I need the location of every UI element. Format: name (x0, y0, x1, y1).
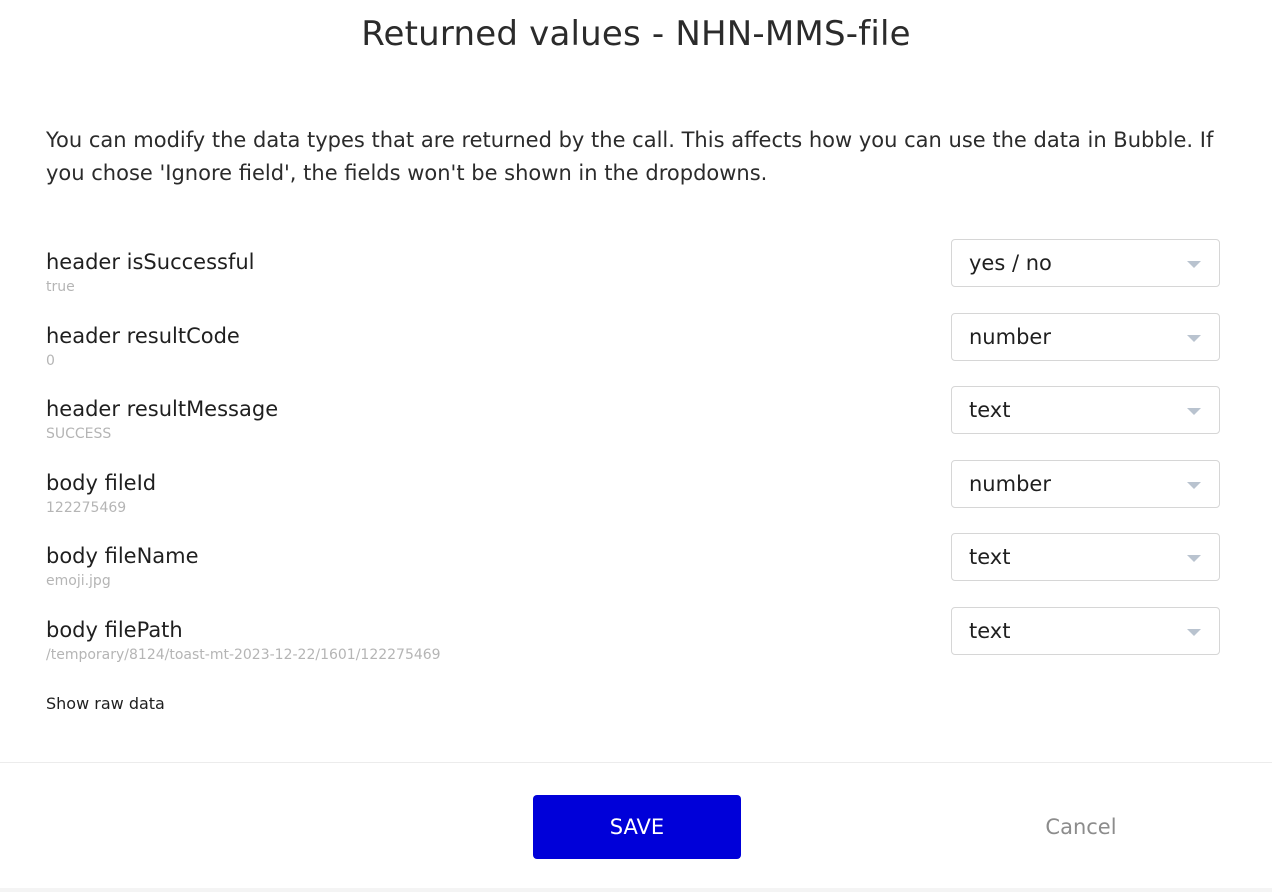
cancel-button[interactable]: Cancel (1030, 815, 1132, 839)
field-label: body fileId (46, 470, 157, 495)
save-button[interactable]: SAVE (533, 795, 741, 859)
field-type-value: number (969, 324, 1051, 349)
field-sample-value: emoji.jpg (46, 573, 111, 590)
field-sample-value: SUCCESS (46, 426, 112, 443)
field-type-select[interactable]: number (951, 459, 1220, 508)
field-type-value: number (969, 471, 1051, 496)
field-type-select[interactable]: number (951, 312, 1220, 361)
field-type-value: yes / no (969, 251, 1052, 275)
field-sample-value: true (46, 279, 75, 295)
show-raw-data-link[interactable]: Show raw data (46, 694, 165, 713)
chevron-down-icon (1187, 628, 1201, 636)
footer-divider (0, 762, 1272, 763)
field-label: header resultMessage (46, 397, 279, 422)
chevron-down-icon (1187, 555, 1201, 563)
field-row-body-filename: body fileName emoji.jpg text (46, 533, 1220, 607)
field-type-select[interactable]: yes / no (951, 239, 1220, 287)
chevron-down-icon (1187, 481, 1201, 489)
field-type-value: text (969, 618, 1011, 643)
field-label: body fileName (46, 544, 199, 569)
field-row-header-resultmessage: header resultMessage SUCCESS text (46, 386, 1220, 460)
field-type-value: text (969, 545, 1011, 570)
fields-list: header isSuccessful true yes / no header… (46, 239, 1220, 681)
field-label: header isSuccessful (46, 250, 255, 274)
chevron-down-icon (1187, 334, 1201, 342)
field-type-select[interactable]: text (951, 533, 1220, 582)
returned-values-dialog: Returned values - NHN-MMS-file You can m… (0, 0, 1272, 892)
field-sample-value: /temporary/8124/toast-mt-2023-12-22/1601… (46, 646, 441, 663)
chevron-down-icon (1187, 261, 1201, 268)
field-row-header-resultcode: header resultCode 0 number (46, 312, 1220, 387)
field-row-body-filepath: body filePath /temporary/8124/toast-mt-2… (46, 606, 1220, 681)
chevron-down-icon (1187, 408, 1201, 416)
field-type-select[interactable]: text (951, 606, 1220, 655)
field-sample-value: 122275469 (46, 499, 127, 516)
dialog-bottom-edge (0, 888, 1272, 892)
field-label: body filePath (46, 617, 183, 642)
dialog-description: You can modify the data types that are r… (46, 128, 1214, 185)
field-row-header-issuccessful: header isSuccessful true yes / no (46, 239, 1220, 313)
field-label: header resultCode (46, 323, 240, 348)
dialog-title: Returned values - NHN-MMS-file (361, 14, 911, 54)
field-row-body-fileid: body fileId 122275469 number (46, 459, 1220, 534)
field-type-select[interactable]: text (951, 386, 1220, 435)
field-sample-value: 0 (46, 352, 55, 369)
field-type-value: text (969, 398, 1011, 423)
